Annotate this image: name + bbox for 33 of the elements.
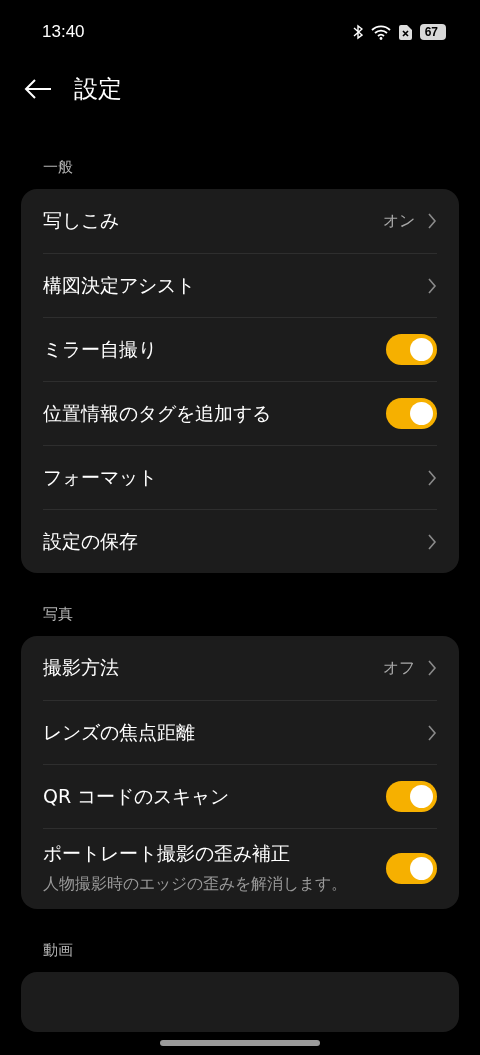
bluetooth-icon <box>352 24 363 40</box>
setting-label[interactable]: 写しこみ <box>43 208 371 234</box>
back-arrow-icon[interactable] <box>24 79 52 99</box>
status-time: 13:40 <box>42 22 85 42</box>
toggle-switch[interactable] <box>386 398 437 429</box>
toggle-switch[interactable] <box>386 853 437 885</box>
chevron-icon <box>427 532 437 551</box>
chevron-icon <box>427 276 437 295</box>
setting-label[interactable]: ポートレート撮影の歪み補正 <box>43 841 374 867</box>
battery-level: 67 <box>419 24 446 40</box>
setting-value: オフ <box>383 657 415 679</box>
page-title: 設定 <box>74 74 122 105</box>
wifi-icon <box>370 24 391 40</box>
setting-label[interactable]: 設定の保存 <box>43 528 415 555</box>
setting-description: 人物撮影時のエッジの歪みを解消します。 <box>43 873 348 895</box>
section-title: 動画 <box>42 939 74 961</box>
setting-label[interactable]: 構図決定アシスト <box>43 272 415 299</box>
setting-value: オン <box>383 210 415 232</box>
toggle-switch[interactable] <box>386 781 437 812</box>
setting-label[interactable]: レンズの焦点距離 <box>43 719 415 746</box>
setting-label[interactable]: 撮影方法 <box>43 655 371 681</box>
chevron-icon <box>427 212 437 230</box>
setting-label[interactable]: 位置情報のタグを追加する <box>43 400 374 427</box>
chevron-icon <box>427 723 437 742</box>
setting-label[interactable]: QR コードのスキャン <box>43 783 374 810</box>
section-title: 写真 <box>42 604 74 625</box>
sim-icon <box>398 24 412 40</box>
toggle-switch[interactable] <box>386 334 437 365</box>
chevron-icon <box>427 468 437 487</box>
setting-label[interactable]: フォーマット <box>43 464 415 491</box>
setting-label[interactable]: ミラー自撮り <box>43 336 374 363</box>
section-title: 一般 <box>42 157 74 178</box>
chevron-icon <box>427 659 437 677</box>
